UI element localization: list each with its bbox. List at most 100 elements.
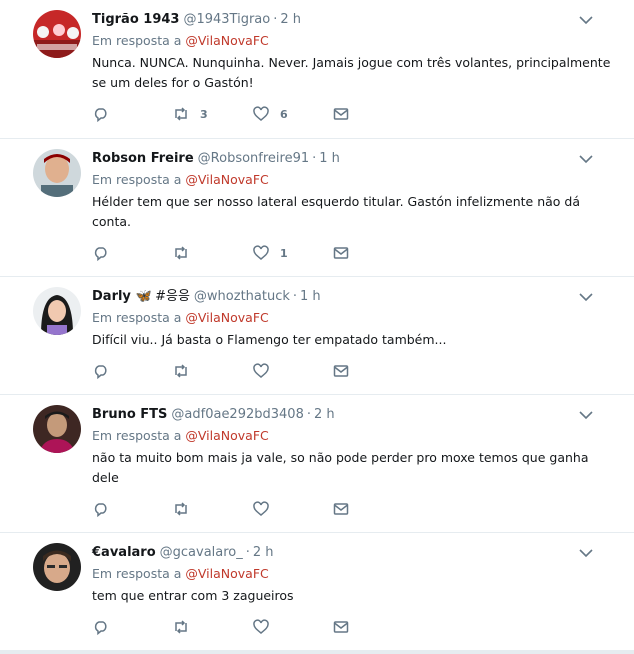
display-name-extra: #응응 (155, 289, 190, 304)
direct-message-button[interactable] (332, 500, 412, 518)
retweet-button[interactable] (172, 362, 252, 380)
reply-icon (94, 108, 107, 123)
display-name[interactable]: Tigrão 1943 (92, 10, 179, 29)
avatar[interactable] (33, 287, 81, 335)
direct-message-icon (333, 503, 349, 515)
tweet[interactable]: Bruno FTS @adf0ae292bd3408 · 2 h Em resp… (0, 395, 634, 533)
avatar[interactable] (33, 149, 81, 197)
reply-button[interactable] (92, 105, 172, 123)
avatar[interactable] (33, 10, 81, 58)
user-handle[interactable]: @adf0ae292bd3408 (171, 405, 303, 424)
tweet-header: Tigrão 1943 @1943Tigrao · 2 h (92, 10, 618, 29)
reply-prefix: Em resposta a (92, 172, 182, 187)
user-handle[interactable]: @gcavalaro_ (160, 543, 243, 562)
retweet-icon (175, 107, 187, 121)
direct-message-icon (333, 621, 349, 633)
avatar-image (33, 10, 81, 58)
reply-to-link[interactable]: @VilaNovaFC (185, 428, 268, 443)
separator-dot: · (306, 407, 311, 422)
display-name[interactable]: Bruno FTS (92, 405, 167, 424)
reply-to-link[interactable]: @VilaNovaFC (185, 310, 268, 325)
tweet-header: Robson Freire @Robsonfreire91 · 1 h (92, 149, 618, 168)
timestamp[interactable]: 1 h (300, 287, 321, 306)
display-name[interactable]: Darly (92, 287, 131, 306)
reply-prefix: Em resposta a (92, 33, 182, 48)
reply-button[interactable] (92, 618, 172, 636)
user-handle[interactable]: @whozthatuck (194, 287, 290, 306)
retweet-button[interactable] (172, 500, 252, 518)
like-icon (253, 245, 269, 260)
avatar[interactable] (33, 405, 81, 453)
reply-to-link[interactable]: @VilaNovaFC (185, 33, 268, 48)
retweet-button[interactable]: 3 (172, 105, 252, 123)
tweet[interactable]: Tigrão 1943 @1943Tigrao · 2 h Em respost… (0, 0, 634, 139)
timestamp[interactable]: 2 h (280, 10, 301, 29)
like-button[interactable] (252, 618, 332, 636)
chevron-down-icon[interactable] (578, 151, 594, 167)
tweet-actions (92, 606, 618, 648)
reply-button[interactable] (92, 244, 172, 262)
tweet-header: Darly 🦋 #응응 @whozthatuck · 1 h (92, 287, 618, 306)
user-handle[interactable]: @Robsonfreire91 (198, 149, 309, 168)
reply-prefix: Em resposta a (92, 566, 182, 581)
direct-message-icon (333, 247, 349, 259)
like-icon (253, 619, 269, 634)
separator-dot: · (273, 12, 278, 27)
tweet[interactable]: €avalaro @gcavalaro_ · 2 h Em resposta a… (0, 533, 634, 651)
like-count: 1 (280, 246, 288, 260)
like-button[interactable] (252, 500, 332, 518)
reply-context: Em resposta a @VilaNovaFC (92, 309, 618, 327)
like-icon (253, 106, 269, 121)
timestamp[interactable]: 2 h (253, 543, 274, 562)
direct-message-icon (333, 108, 349, 120)
tweet-text: Nunca. NUNCA. Nunquinha. Never. Jamais j… (92, 55, 611, 90)
user-handle[interactable]: @1943Tigrao (183, 10, 270, 29)
retweet-button[interactable] (172, 618, 252, 636)
display-name[interactable]: Robson Freire (92, 149, 194, 168)
tweet-text: Hélder tem que ser nosso lateral esquerd… (92, 194, 581, 229)
tweet-actions (92, 350, 618, 392)
like-button[interactable]: 6 (252, 105, 332, 123)
chevron-down-icon[interactable] (578, 289, 594, 305)
tweet-header: €avalaro @gcavalaro_ · 2 h (92, 543, 618, 562)
direct-message-button[interactable] (332, 105, 412, 123)
retweet-icon (175, 502, 187, 516)
avatar-image (33, 405, 81, 453)
like-count: 6 (280, 107, 288, 121)
retweet-button[interactable] (172, 244, 252, 262)
chevron-down-icon[interactable] (578, 545, 594, 561)
reply-context: Em resposta a @VilaNovaFC (92, 171, 618, 189)
tweet[interactable]: Robson Freire @Robsonfreire91 · 1 h Em r… (0, 139, 634, 277)
direct-message-icon (333, 365, 349, 377)
tweet-text: não ta muito bom mais ja vale, so não po… (92, 450, 589, 485)
reply-icon (94, 365, 107, 380)
direct-message-button[interactable] (332, 618, 412, 636)
tweet-actions: 3 6 (92, 93, 618, 135)
timestamp[interactable]: 2 h (314, 405, 335, 424)
retweet-icon (175, 364, 187, 378)
avatar-image (33, 543, 81, 591)
chevron-down-icon[interactable] (578, 12, 594, 28)
reply-button[interactable] (92, 500, 172, 518)
direct-message-button[interactable] (332, 244, 412, 262)
like-button[interactable]: 1 (252, 244, 332, 262)
reply-context: Em resposta a @VilaNovaFC (92, 32, 618, 50)
display-name[interactable]: €avalaro (92, 543, 156, 562)
separator-dot: · (312, 151, 317, 166)
direct-message-button[interactable] (332, 362, 412, 380)
tweet-text: Difícil viu.. Já basta o Flamengo ter em… (92, 332, 447, 347)
reply-to-link[interactable]: @VilaNovaFC (185, 566, 268, 581)
replies-timeline: Tigrão 1943 @1943Tigrao · 2 h Em respost… (0, 0, 634, 651)
reply-context: Em resposta a @VilaNovaFC (92, 565, 618, 583)
reply-icon (94, 503, 107, 518)
tweet-header: Bruno FTS @adf0ae292bd3408 · 2 h (92, 405, 618, 424)
tweet[interactable]: Darly 🦋 #응응 @whozthatuck · 1 h Em respos… (0, 277, 634, 395)
reply-icon (94, 247, 107, 262)
like-button[interactable] (252, 362, 332, 380)
reply-button[interactable] (92, 362, 172, 380)
avatar[interactable] (33, 543, 81, 591)
timestamp[interactable]: 1 h (319, 149, 340, 168)
chevron-down-icon[interactable] (578, 407, 594, 423)
like-icon (253, 363, 269, 378)
reply-to-link[interactable]: @VilaNovaFC (185, 172, 268, 187)
